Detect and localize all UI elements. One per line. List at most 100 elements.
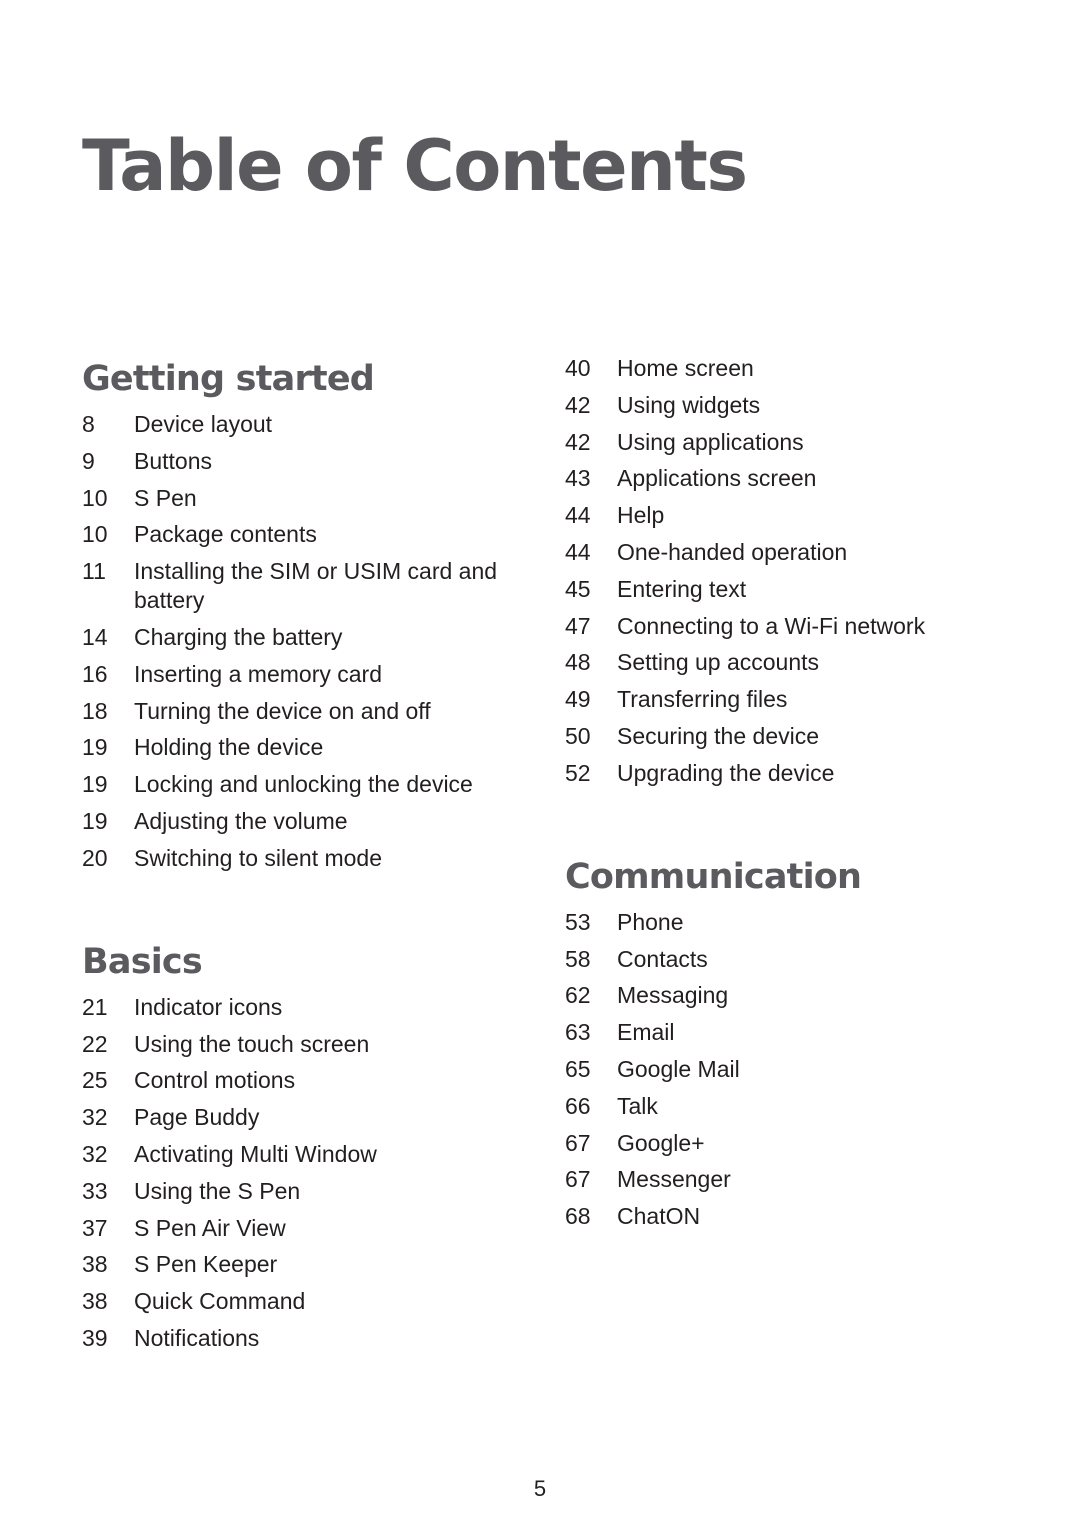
toc-entry[interactable]: 50 Securing the device [565,722,985,751]
toc-entry-title[interactable]: One-handed operation [617,538,985,567]
toc-page-number: 38 [82,1251,108,1278]
toc-entry[interactable]: 42 Using applications [565,428,985,457]
toc-entry-title[interactable]: Talk [617,1092,985,1121]
toc-entry[interactable]: 33 Using the S Pen [82,1177,502,1206]
toc-entry-title[interactable]: Entering text [617,575,985,604]
toc-entry-title[interactable]: S Pen [134,484,502,513]
toc-entry-title[interactable]: Adjusting the volume [134,807,502,836]
toc-entry[interactable]: 62 Messaging [565,981,985,1010]
toc-entry[interactable]: 67 Google+ [565,1129,985,1158]
toc-entry[interactable]: 8 Device layout [82,410,502,439]
toc-entry[interactable]: 25 Control motions [82,1066,502,1095]
toc-entry[interactable]: 53 Phone [565,908,985,937]
toc-entry[interactable]: 44 One-handed operation [565,538,985,567]
toc-entry[interactable]: 66 Talk [565,1092,985,1121]
toc-entry[interactable]: 52 Upgrading the device [565,759,985,788]
toc-entry[interactable]: 10 S Pen [82,484,502,513]
toc-page-number: 37 [82,1214,108,1241]
toc-page-number: 53 [565,908,591,935]
toc-entry[interactable]: 68 ChatON [565,1202,985,1231]
toc-entry-title[interactable]: Transferring files [617,685,985,714]
toc-entry[interactable]: 9 Buttons [82,447,502,476]
toc-entry-title[interactable]: S Pen Air View [134,1214,502,1243]
toc-entry[interactable]: 42 Using widgets [565,391,985,420]
toc-entry-title[interactable]: Installing the SIM or USIM card and batt… [134,557,502,615]
toc-entry[interactable]: 58 Contacts [565,945,985,974]
toc-entry[interactable]: 67 Messenger [565,1165,985,1194]
toc-page-number: 32 [82,1140,108,1167]
toc-entry-title[interactable]: Using widgets [617,391,985,420]
toc-entry[interactable]: 16 Inserting a memory card [82,660,502,689]
toc-entry-title[interactable]: Locking and unlocking the device [134,770,502,799]
toc-entry[interactable]: 39 Notifications [82,1324,502,1353]
page-title: Table of Contents [82,125,748,207]
toc-page-number: 47 [565,612,591,639]
toc-entry-title[interactable]: ChatON [617,1202,985,1231]
toc-entry-title[interactable]: Buttons [134,447,502,476]
toc-entry[interactable]: 40 Home screen [565,354,985,383]
toc-entry-title[interactable]: Setting up accounts [617,648,985,677]
toc-page-number: 66 [565,1092,591,1119]
toc-entry[interactable]: 32 Activating Multi Window [82,1140,502,1169]
toc-entry-title[interactable]: Turning the device on and off [134,697,502,726]
toc-entry[interactable]: 19 Locking and unlocking the device [82,770,502,799]
toc-entry[interactable]: 10 Package contents [82,520,502,549]
toc-entry[interactable]: 44 Help [565,501,985,530]
section-getting-started: Getting started 8 Device layout 9 Buttons 10… [82,356,502,873]
toc-entry[interactable]: 22 Using the touch screen [82,1030,502,1059]
toc-entry-title[interactable]: Device layout [134,410,502,439]
section-heading: Basics [82,941,203,982]
toc-entry[interactable]: 48 Setting up accounts [565,648,985,677]
toc-entry-title[interactable]: Phone [617,908,985,937]
toc-entry[interactable]: 19 Holding the device [82,733,502,762]
toc-page-number: 45 [565,575,591,602]
toc-entry-title[interactable]: Contacts [617,945,985,974]
toc-entry[interactable]: 65 Google Mail [565,1055,985,1084]
toc-entry-title[interactable]: Page Buddy [134,1103,502,1132]
toc-entry-title[interactable]: Help [617,501,985,530]
toc-entry-title[interactable]: Control motions [134,1066,502,1095]
toc-entry[interactable]: 38 Quick Command [82,1287,502,1316]
toc-entry[interactable]: 37 S Pen Air View [82,1214,502,1243]
toc-entry-title[interactable]: Inserting a memory card [134,660,502,689]
toc-entry[interactable]: 14 Charging the battery [82,623,502,652]
toc-entry-title[interactable]: Using the touch screen [134,1030,502,1059]
toc-entry[interactable]: 63 Email [565,1018,985,1047]
toc-entry[interactable]: 49 Transferring files [565,685,985,714]
toc-entry-title[interactable]: S Pen Keeper [134,1250,502,1279]
toc-entry-title[interactable]: Google+ [617,1129,985,1158]
toc-entry-title[interactable]: Securing the device [617,722,985,751]
toc-entry[interactable]: 21 Indicator icons [82,993,502,1022]
toc-entry-title[interactable]: Switching to silent mode [134,844,502,873]
toc-entry[interactable]: 38 S Pen Keeper [82,1250,502,1279]
toc-page-number: 22 [82,1030,108,1057]
toc-entry[interactable]: 43 Applications screen [565,464,985,493]
toc-entry-title[interactable]: Indicator icons [134,993,502,1022]
toc-entry-title[interactable]: Messenger [617,1165,985,1194]
toc-entry-title[interactable]: Home screen [617,354,985,383]
toc-entry-title[interactable]: Notifications [134,1324,502,1353]
toc-entry[interactable]: 45 Entering text [565,575,985,604]
toc-entry-title[interactable]: Using the S Pen [134,1177,502,1206]
toc-entry-title[interactable]: Messaging [617,981,985,1010]
toc-entry-title[interactable]: Quick Command [134,1287,502,1316]
toc-page-number: 18 [82,697,108,724]
toc-entry[interactable]: 11 Installing the SIM or USIM card and ba… [82,557,502,615]
toc-entry[interactable]: 47 Connecting to a Wi-Fi network [565,612,985,641]
toc-entry-title[interactable]: Connecting to a Wi-Fi network [617,612,985,641]
toc-entry-title[interactable]: Holding the device [134,733,502,762]
toc-entry-title[interactable]: Applications screen [617,464,985,493]
toc-page-number: 44 [565,502,591,529]
toc-entry[interactable]: 19 Adjusting the volume [82,807,502,836]
toc-entry-title[interactable]: Charging the battery [134,623,502,652]
toc-entry-title[interactable]: Upgrading the device [617,759,985,788]
toc-entry[interactable]: 32 Page Buddy [82,1103,502,1132]
toc-entry-title[interactable]: Email [617,1018,985,1047]
toc-entry-title[interactable]: Activating Multi Window [134,1140,502,1169]
toc-entry[interactable]: 20 Switching to silent mode [82,844,502,873]
toc-entry-title[interactable]: Google Mail [617,1055,985,1084]
toc-page-number: 58 [565,945,591,972]
toc-entry-title[interactable]: Package contents [134,520,502,549]
toc-entry[interactable]: 18 Turning the device on and off [82,697,502,726]
toc-entry-title[interactable]: Using applications [617,428,985,457]
